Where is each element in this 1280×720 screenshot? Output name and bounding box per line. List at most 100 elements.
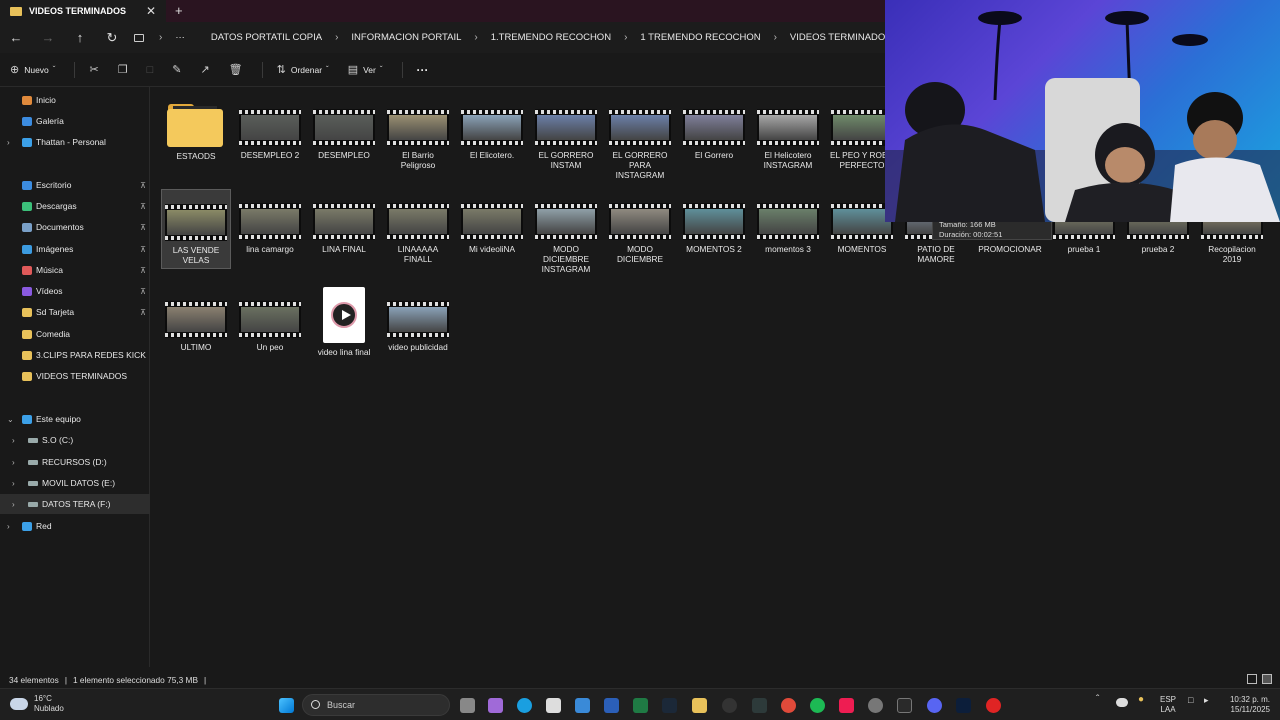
file-item[interactable]: EL GORRERO INSTAM xyxy=(531,95,601,170)
copilot-icon[interactable] xyxy=(488,698,503,713)
sidebar-item-imagenes[interactable]: Imágenes ⊼ xyxy=(0,239,150,259)
record-icon[interactable] xyxy=(986,698,1001,713)
up-button[interactable]: ↑ xyxy=(64,30,96,45)
sidebar-item-sd-tarjeta[interactable]: Sd Tarjeta ⊼ xyxy=(0,302,150,322)
view-button[interactable]: ▤ Ver ˇ xyxy=(348,63,388,76)
file-item[interactable]: MODO DICIEMBRE xyxy=(605,189,675,264)
file-item[interactable]: El Gorrero xyxy=(679,95,749,160)
file-item[interactable]: MODO DICIEMBRE INSTAGRAM xyxy=(531,189,601,274)
new-button[interactable]: ⊕ Nuevo ˇ xyxy=(10,63,60,76)
volume-icon[interactable]: ▸ xyxy=(1204,695,1209,705)
file-item[interactable]: El Elicotero. xyxy=(457,95,527,160)
start-icon[interactable] xyxy=(279,698,294,713)
file-item[interactable]: Mi videoliNA xyxy=(457,189,527,254)
breadcrumb-item[interactable]: VIDEOS TERMINADOS xyxy=(786,32,896,43)
store-icon[interactable] xyxy=(546,698,561,713)
paste-button[interactable]: □ xyxy=(147,64,159,76)
edge-icon[interactable] xyxy=(517,698,532,713)
close-tab-icon[interactable]: ✕ xyxy=(146,4,156,18)
chevron-right-icon[interactable]: › xyxy=(12,479,15,488)
chevron-right-icon[interactable]: › xyxy=(7,522,10,531)
breadcrumb-item[interactable]: 1 TREMENDO RECOCHON xyxy=(636,32,764,43)
file-item[interactable]: DESEMPLEO 2 xyxy=(235,95,305,160)
file-item[interactable]: lina camargo xyxy=(235,189,305,254)
chevron-up-icon[interactable]: ˆ xyxy=(1096,695,1099,705)
capcut-icon[interactable] xyxy=(752,698,767,713)
forward-button[interactable]: → xyxy=(32,30,64,45)
photos-icon[interactable] xyxy=(575,698,590,713)
chevron-right-icon[interactable]: › xyxy=(12,436,15,445)
thumbnails-view-icon[interactable] xyxy=(1262,674,1272,684)
file-item[interactable]: LINAAAAA FINALL xyxy=(383,189,453,264)
file-item[interactable]: LAS VENDE VELAS xyxy=(161,189,231,269)
tiktok-icon[interactable] xyxy=(839,698,854,713)
language-indicator[interactable]: ESP LAA xyxy=(1160,695,1176,715)
sidebar-item-videos-terminados[interactable]: VIDEOS TERMINADOS xyxy=(0,366,150,386)
excel-icon[interactable] xyxy=(633,698,648,713)
sidebar-item-documentos[interactable]: Documentos ⊼ xyxy=(0,217,150,237)
breadcrumb-item[interactable]: INFORMACION PORTAIL xyxy=(347,32,465,43)
file-item[interactable]: MOMENTOS 2 xyxy=(679,189,749,254)
file-item[interactable]: video lina final xyxy=(309,287,379,357)
back-button[interactable]: ← xyxy=(0,30,32,45)
onedrive-icon[interactable] xyxy=(1116,698,1128,707)
file-item[interactable]: ULTIMO xyxy=(161,287,231,352)
sidebar-item-descargas[interactable]: Descargas ⊼ xyxy=(0,196,150,216)
chevron-right-icon[interactable]: › xyxy=(7,138,10,147)
obs-icon[interactable] xyxy=(722,698,737,713)
microphone-icon[interactable]: ● xyxy=(1138,695,1144,705)
sidebar-item-3-clips-para-redes-kick[interactable]: 3.CLIPS PARA REDES KICK xyxy=(0,345,150,365)
sidebar-item-comedia[interactable]: Comedia xyxy=(0,324,150,344)
breadcrumb-item[interactable]: DATOS PORTATIL COPIA xyxy=(207,32,326,43)
network-icon[interactable]: □ xyxy=(1188,695,1193,705)
file-item[interactable]: El Barrio Peligroso xyxy=(383,95,453,170)
delete-button[interactable]: 🗑 xyxy=(229,63,248,76)
sidebar-item-recursos-d[interactable]: › RECURSOS (D:) xyxy=(0,452,150,472)
sidebar-item-este-equipo[interactable]: ⌄ Este equipo xyxy=(0,409,150,429)
chevron-right-icon[interactable]: › xyxy=(12,500,15,509)
sidebar-item-galeria[interactable]: Galería xyxy=(0,111,150,131)
file-explorer-icon[interactable] xyxy=(692,698,707,713)
tab-videos-terminados[interactable]: VIDEOS TERMINADOS ✕ xyxy=(0,0,166,22)
sidebar-item-thattan-personal[interactable]: › Thattan - Personal xyxy=(0,132,150,152)
sidebar-item-s-o-c[interactable]: › S.O (C:) xyxy=(0,430,150,450)
share-button[interactable]: ↗ xyxy=(200,63,214,76)
task-view-icon[interactable] xyxy=(460,698,475,713)
file-item[interactable]: LINA FINAL xyxy=(309,189,379,254)
sidebar-item-red[interactable]: › Red xyxy=(0,516,150,536)
folder-item[interactable]: ESTAODS xyxy=(161,95,231,161)
word-icon[interactable] xyxy=(604,698,619,713)
epic-games-icon[interactable] xyxy=(897,698,912,713)
breadcrumb-item[interactable]: 1.TREMENDO RECOCHON xyxy=(487,32,615,43)
chevron-down-icon[interactable]: ⌄ xyxy=(7,415,14,424)
cut-button[interactable]: ✂ xyxy=(89,63,103,76)
breadcrumb-ellipsis[interactable]: ··· xyxy=(171,32,189,43)
photoshop-icon[interactable] xyxy=(956,698,971,713)
sort-button[interactable]: ⇅ Ordenar ˇ xyxy=(277,63,334,76)
sidebar-item-videos[interactable]: Vídeos ⊼ xyxy=(0,281,150,301)
settings-icon[interactable] xyxy=(868,698,883,713)
file-item[interactable]: DESEMPLEO xyxy=(309,95,379,160)
details-view-icon[interactable] xyxy=(1247,674,1257,684)
more-options-button[interactable]: ··· xyxy=(417,63,429,77)
rename-button[interactable]: ✎ xyxy=(172,63,186,76)
chrome-icon[interactable] xyxy=(781,698,796,713)
clock[interactable]: 10:32 p. m. 15/11/2025 xyxy=(1226,695,1270,715)
steam-icon[interactable] xyxy=(662,698,677,713)
sidebar-item-musica[interactable]: Música ⊼ xyxy=(0,260,150,280)
monitor-icon[interactable] xyxy=(134,33,144,42)
sidebar-item-inicio[interactable]: Inicio xyxy=(0,90,150,110)
copy-button[interactable]: ❐ xyxy=(118,63,133,76)
file-item[interactable]: El Helicotero INSTAGRAM xyxy=(753,95,823,170)
file-item[interactable]: EL GORRERO PARA INSTAGRAM xyxy=(605,95,675,180)
refresh-button[interactable]: ↻ xyxy=(96,30,128,46)
sidebar-item-movil-datos-e[interactable]: › MOVIL DATOS (E:) xyxy=(0,473,150,493)
spotify-icon[interactable] xyxy=(810,698,825,713)
discord-icon[interactable] xyxy=(927,698,942,713)
file-item[interactable]: momentos 3 xyxy=(753,189,823,254)
chevron-right-icon[interactable]: › xyxy=(12,458,15,467)
sidebar-item-datos-tera-f[interactable]: › DATOS TERA (F:) xyxy=(0,494,150,514)
sidebar-item-escritorio[interactable]: Escritorio ⊼ xyxy=(0,175,150,195)
file-item[interactable]: video publicidad xyxy=(383,287,453,352)
file-item[interactable]: Un peo xyxy=(235,287,305,352)
